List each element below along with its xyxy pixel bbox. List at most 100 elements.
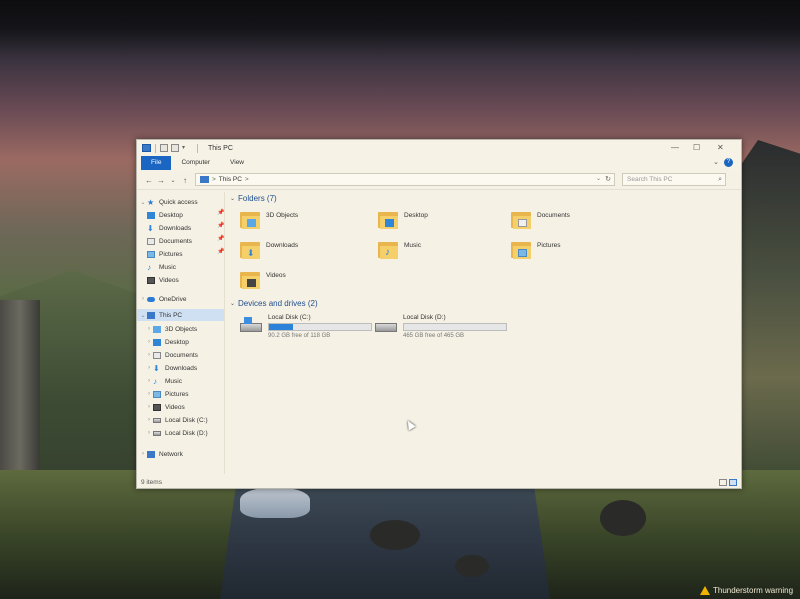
refresh-icon[interactable]: ↻ <box>605 175 611 183</box>
drive-usage-fill <box>269 324 294 330</box>
chevron-right-icon[interactable]: › <box>145 378 153 384</box>
desktop-folder-icon <box>147 211 155 219</box>
sidebar-item-quick-access[interactable]: ⌄ ★ Quick access <box>139 196 197 208</box>
chevron-right-icon[interactable]: › <box>145 430 153 436</box>
folder-desktop[interactable]: Desktop <box>378 210 428 236</box>
drive-c[interactable]: Local Disk (C:) 90.2 GB free of 118 GB <box>240 314 372 339</box>
drive-icon <box>153 430 161 436</box>
properties-quick-icon[interactable] <box>160 144 168 152</box>
new-folder-quick-icon[interactable] <box>171 144 179 152</box>
breadcrumb-separator: > <box>212 176 216 183</box>
sidebar-item-label: This PC <box>159 311 183 319</box>
breadcrumb-this-pc[interactable]: This PC <box>219 176 242 183</box>
tab-file[interactable]: File <box>141 156 172 170</box>
chevron-right-icon[interactable]: › <box>145 339 153 345</box>
folder-pictures[interactable]: Pictures <box>511 240 560 266</box>
sidebar-item-videos[interactable]: › Videos <box>145 401 185 413</box>
content-pane: ⌄ Folders (7) 3D Objects Desktop Documen… <box>228 192 738 474</box>
wallpaper-waterfall <box>240 488 310 518</box>
chevron-right-icon[interactable]: › <box>139 296 147 302</box>
folder-downloads[interactable]: ⬇ Downloads <box>240 240 298 266</box>
chevron-right-icon[interactable]: › <box>145 391 153 397</box>
sidebar-item-downloads[interactable]: › ⬇ Downloads <box>145 362 197 374</box>
chevron-right-icon[interactable]: › <box>145 326 153 332</box>
chevron-right-icon[interactable]: › <box>145 404 153 410</box>
chevron-right-icon[interactable]: › <box>145 365 153 371</box>
drive-c-icon <box>240 317 262 334</box>
minimize-button[interactable]: — <box>671 143 679 152</box>
sidebar-item-local-disk-d[interactable]: › Local Disk (D:) <box>145 427 208 439</box>
pictures-icon <box>153 390 161 398</box>
pane-divider[interactable] <box>224 192 225 474</box>
sidebar-item-pictures[interactable]: › Pictures <box>145 388 188 400</box>
forward-button[interactable]: → <box>155 176 167 185</box>
help-icon[interactable]: ? <box>724 158 733 167</box>
chevron-down-icon[interactable]: ⌄ <box>139 199 147 206</box>
address-bar[interactable]: > This PC > ⌄ ↻ <box>195 173 615 186</box>
computer-icon <box>147 311 155 319</box>
maximize-button[interactable]: ☐ <box>693 143 700 152</box>
computer-icon <box>142 144 151 152</box>
details-view-icon[interactable] <box>719 479 727 486</box>
warning-icon <box>700 586 710 595</box>
sidebar-item-documents[interactable]: Documents <box>147 235 192 247</box>
search-input[interactable]: Search This PC ⌕ <box>622 173 726 186</box>
downloads-icon: ⬇ <box>153 363 160 373</box>
ribbon-tabs: File Computer View ⌄ ? <box>137 156 741 170</box>
sidebar-item-pictures[interactable]: Pictures <box>147 248 182 260</box>
drive-d[interactable]: Local Disk (D:) 465 GB free of 465 GB <box>375 314 507 339</box>
sidebar-item-music[interactable]: › ♪ Music <box>145 375 182 387</box>
chevron-down-icon[interactable]: ⌄ <box>230 300 235 307</box>
wallpaper-rock <box>455 555 489 577</box>
tab-view[interactable]: View <box>220 156 254 170</box>
chevron-down-icon[interactable]: ⌄ <box>139 312 147 319</box>
breadcrumb-separator[interactable]: > <box>245 176 249 183</box>
chevron-down-icon[interactable]: ⌄ <box>230 195 235 202</box>
divider <box>155 143 156 153</box>
folder-music[interactable]: ♪ Music <box>378 240 421 266</box>
folder-label: Downloads <box>266 242 299 249</box>
chevron-right-icon[interactable]: › <box>145 352 153 358</box>
folder-label: Desktop <box>404 212 428 219</box>
up-button[interactable]: ↑ <box>179 176 191 185</box>
chevron-right-icon[interactable]: › <box>145 417 153 423</box>
sidebar-item-3d-objects[interactable]: › 3D Objects <box>145 323 197 335</box>
recent-locations-button[interactable]: ⌄ <box>167 177 179 184</box>
taskbar-notification[interactable]: Thunderstorm warning <box>700 582 800 599</box>
sidebar-item-desktop[interactable]: › Desktop <box>145 336 189 348</box>
drives-group-header[interactable]: ⌄ Devices and drives (2) <box>230 299 318 308</box>
address-dropdown-icon[interactable]: ⌄ <box>596 175 601 182</box>
folder-videos[interactable]: Videos <box>240 270 286 296</box>
sidebar-item-label: Local Disk (C:) <box>165 416 208 424</box>
sidebar-item-label: Videos <box>165 403 185 411</box>
back-button[interactable]: ← <box>143 176 155 185</box>
videos-icon <box>153 403 161 411</box>
sidebar-item-network[interactable]: › Network <box>139 448 183 460</box>
drive-label: Local Disk (D:) <box>403 314 446 321</box>
folder-label: Music <box>404 242 421 249</box>
expand-ribbon-icon[interactable]: ⌄ <box>713 158 719 166</box>
navigation-bar: ← → ⌄ ↑ > This PC > ⌄ ↻ Search This PC ⌕ <box>137 171 741 190</box>
sidebar-item-music[interactable]: ♪ Music <box>147 261 176 273</box>
wallpaper-rock <box>600 500 646 536</box>
music-icon: ♪ <box>147 262 151 272</box>
network-icon <box>147 450 155 458</box>
folder-documents[interactable]: Documents <box>511 210 570 236</box>
sidebar-item-desktop[interactable]: Desktop <box>147 209 183 221</box>
sidebar-item-documents[interactable]: › Documents <box>145 349 198 361</box>
large-icons-view-icon[interactable] <box>729 479 737 486</box>
sidebar-item-label: OneDrive <box>159 295 187 303</box>
sidebar-item-label: Pictures <box>159 250 183 258</box>
close-button[interactable]: ✕ <box>717 143 724 152</box>
folder-3d-objects[interactable]: 3D Objects <box>240 210 298 236</box>
sidebar-item-this-pc[interactable]: ⌄ This PC <box>137 309 224 321</box>
quick-access-dropdown-icon[interactable]: ▾ <box>182 144 190 152</box>
sidebar-item-downloads[interactable]: ⬇ Downloads <box>147 222 191 234</box>
title-bar[interactable]: ▾ This PC — ☐ ✕ <box>137 140 741 156</box>
folders-group-header[interactable]: ⌄ Folders (7) <box>230 194 277 203</box>
sidebar-item-local-disk-c[interactable]: › Local Disk (C:) <box>145 414 208 426</box>
sidebar-item-videos[interactable]: Videos <box>147 274 179 286</box>
tab-computer[interactable]: Computer <box>171 156 220 170</box>
sidebar-item-onedrive[interactable]: › OneDrive <box>139 293 186 305</box>
chevron-right-icon[interactable]: › <box>139 451 147 457</box>
